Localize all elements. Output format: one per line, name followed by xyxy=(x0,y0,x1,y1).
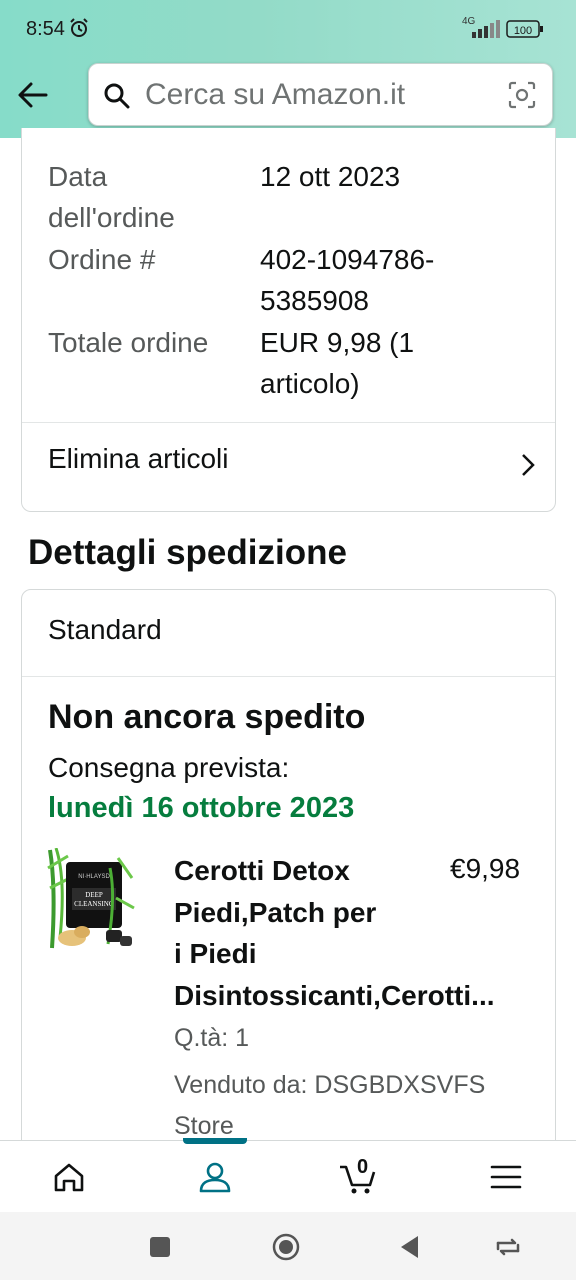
order-date-value: 12 ott 2023 xyxy=(260,161,401,192)
order-total-value: EUR 9,98 (1 articolo) xyxy=(260,327,415,399)
delivery-label: Consegna prevista: xyxy=(48,752,290,783)
shipping-card: Standard Non ancora spedito Consegna pre… xyxy=(21,589,556,1189)
home-icon[interactable] xyxy=(47,1155,91,1199)
shipping-method: Standard xyxy=(48,614,162,645)
product-quantity: Q.tà: 1 xyxy=(174,1024,250,1052)
chevron-right-icon xyxy=(522,454,535,476)
remove-items-label: Elimina articoli xyxy=(48,443,229,474)
divider xyxy=(22,676,555,677)
menu-icon[interactable] xyxy=(484,1155,528,1199)
svg-text:CLEANSING: CLEANSING xyxy=(74,900,114,908)
status-time: 8:54 xyxy=(26,18,65,40)
shipment-status: Non ancora spedito xyxy=(48,698,366,736)
svg-text:DEEP: DEEP xyxy=(85,891,103,899)
camera-search-icon[interactable] xyxy=(507,80,537,110)
account-icon[interactable] xyxy=(193,1155,237,1199)
recents-icon[interactable] xyxy=(145,1232,175,1262)
alarm-icon xyxy=(70,18,88,37)
battery-icon: 100 xyxy=(506,19,544,39)
order-number-label: Ordine # xyxy=(48,244,156,275)
back-arrow-icon[interactable] xyxy=(14,76,52,114)
search-input[interactable]: Cerca su Amazon.it xyxy=(145,78,405,112)
delivery-date: lunedì 16 ottobre 2023 xyxy=(48,792,355,824)
battery-level: 100 xyxy=(514,25,532,37)
order-total-label: Totale ordine xyxy=(48,327,209,358)
search-bar[interactable]: Cerca su Amazon.it xyxy=(88,63,553,126)
status-bar: 8:54 4G 100 xyxy=(0,0,576,58)
system-nav-bar xyxy=(0,1212,576,1280)
product-image[interactable]: NI·HLAYSD DEEP CLEANSING xyxy=(46,848,138,952)
product-seller: Venduto da: DSGBDXSVFS Store xyxy=(174,1071,486,1140)
search-icon xyxy=(104,83,130,109)
back-button-icon[interactable] xyxy=(396,1232,426,1262)
order-date-label: Data dell'ordine xyxy=(48,161,175,233)
rotate-icon[interactable] xyxy=(493,1232,523,1262)
cart-count: 0 xyxy=(357,1156,369,1178)
active-tab-indicator xyxy=(183,1138,247,1144)
signal-icon xyxy=(472,20,500,38)
shipping-section-title: Dettagli spedizione xyxy=(28,533,347,572)
bottom-nav: 0 xyxy=(0,1138,576,1212)
svg-text:NI·HLAYSD: NI·HLAYSD xyxy=(78,874,110,880)
order-summary-card: Data dell'ordine 12 ott 2023 Ordine # 40… xyxy=(21,128,556,512)
product-price: €9,98 xyxy=(450,853,521,884)
remove-items-link[interactable]: Elimina articoli xyxy=(22,423,555,511)
order-number-value: 402-1094786- 5385908 xyxy=(260,244,435,316)
home-button-icon[interactable] xyxy=(271,1232,301,1262)
